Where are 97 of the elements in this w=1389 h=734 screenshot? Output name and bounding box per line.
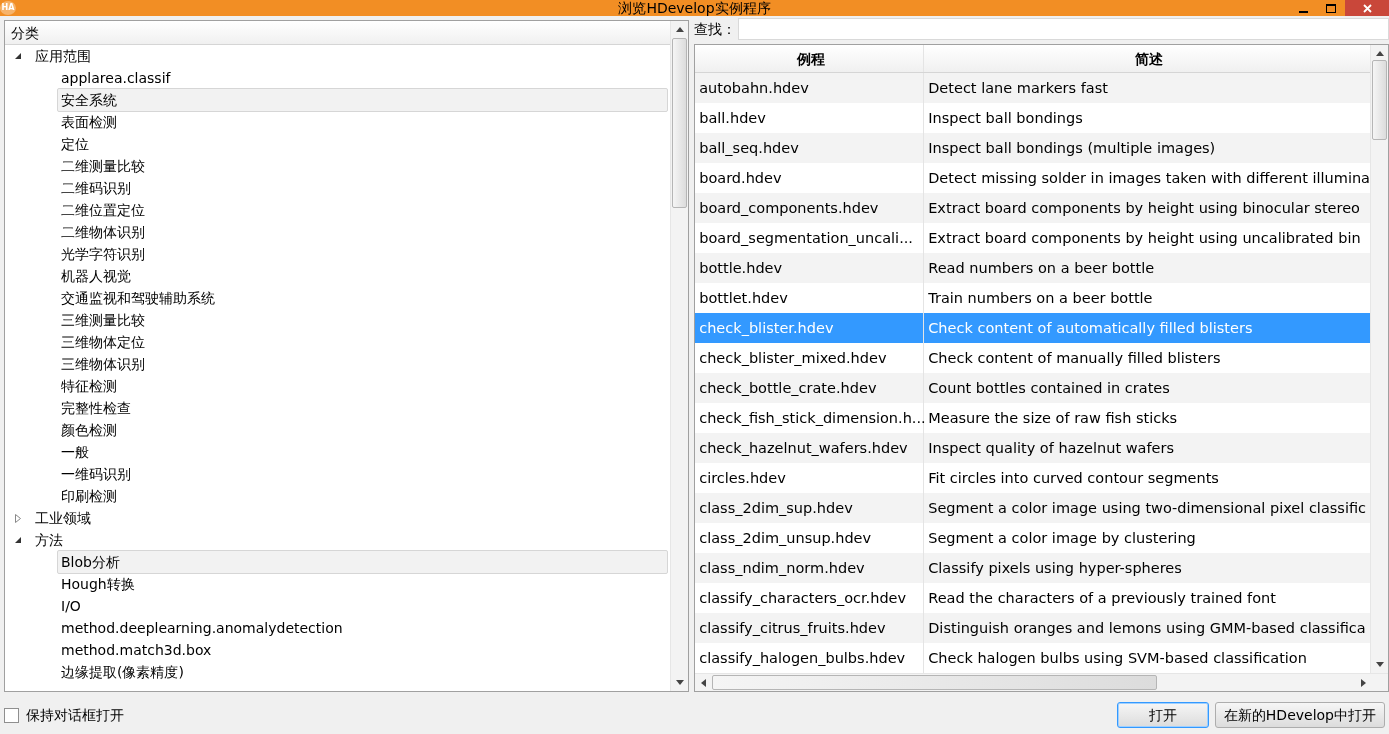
tree-item[interactable]: 二维码识别: [57, 176, 669, 200]
table-cell-text: Distinguish oranges and lemons using GMM-based classifica: [927, 619, 1367, 638]
tree-item[interactable]: 交通监视和驾驶辅助系统: [57, 286, 669, 310]
scroll-up-icon: [675, 27, 684, 32]
table-cell: autobahn.hdev: [695, 73, 925, 103]
table-cell-text: Fit circles into curved contour segments: [927, 469, 1220, 488]
table-cell: ball_seq.hdev: [695, 133, 925, 163]
table-row[interactable]: bottle.hdev Read numbers on a beer bottle: [695, 253, 1370, 283]
table-cell-text: Check halogen bulbs using SVM-based classification: [927, 649, 1308, 668]
tree-item[interactable]: 定位: [57, 132, 669, 156]
tree-item[interactable]: 颜色检测: [57, 418, 669, 442]
tree-item[interactable]: 一般: [57, 440, 669, 464]
table-cell-text: Check content of automatically filled blisters: [927, 319, 1254, 338]
tree-item[interactable]: Hough转换: [57, 572, 669, 596]
table-cell-text: Read the characters of a previously trained font: [927, 589, 1277, 608]
table-cell-text: Extract board components by height using uncalibrated bin: [927, 229, 1362, 248]
minimize-icon: [1298, 10, 1308, 13]
table-row[interactable]: classify_citrus_fruits.hdev Distinguish oranges and lemons using GMM-based classifica: [695, 613, 1370, 643]
scroll-right-icon: [1361, 678, 1366, 687]
close-button[interactable]: [1345, 0, 1389, 16]
table-cell-text: Segment a color image by clustering: [927, 529, 1197, 548]
tree-item[interactable]: 边缘提取(像素精度): [57, 660, 669, 684]
scrollbar-thumb[interactable]: [672, 38, 688, 208]
table-cell-text: Inspect ball bondings (multiple images): [927, 139, 1217, 158]
table-cell: class_ndim_norm.hdev: [695, 553, 925, 583]
collapse-icon[interactable]: [14, 51, 22, 61]
table-cell-text: Extract board components by height using binocular stereo: [927, 199, 1361, 218]
expand-icon[interactable]: [14, 513, 22, 523]
tree-item[interactable]: 光学字符识别: [57, 242, 669, 266]
table-row[interactable]: class_ndim_norm.hdev Classify pixels using hyper-spheres: [695, 553, 1370, 583]
scroll-down-icon: [1375, 662, 1384, 667]
table-cell-text: Measure the size of raw fish sticks: [927, 409, 1179, 428]
table-cell: check_hazelnut_wafers.hdev: [695, 433, 925, 463]
table-cell: classify_citrus_fruits.hdev: [695, 613, 925, 643]
table-cell-text: Detect lane markers fast: [927, 79, 1109, 98]
tree-item[interactable]: 安全系统: [57, 88, 669, 112]
scroll-left-icon: [701, 678, 707, 687]
table-row[interactable]: class_2dim_sup.hdev Segment a color image using two-dimensional pixel classific: [695, 493, 1370, 523]
tree-item[interactable]: method.deeplearning.anomalydetection: [57, 616, 669, 640]
tree-item[interactable]: 一维码识别: [57, 462, 669, 486]
scrollbar-thumb[interactable]: [712, 675, 1158, 690]
horizontal-scrollbar[interactable]: [695, 673, 1388, 691]
tree-item[interactable]: 完整性检查: [57, 396, 669, 420]
table-cell: board_components.hdev: [695, 193, 925, 223]
maximize-icon: [1326, 3, 1336, 13]
table-cell-text: Read numbers on a beer bottle: [927, 259, 1156, 278]
table-cell-text: Segment a color image using two-dimensional pixel classific: [927, 499, 1368, 518]
table-cell: class_2dim_sup.hdev: [695, 493, 925, 523]
dialog-button[interactable]: 在新的HDevelop中打开: [1214, 702, 1385, 728]
tree-item[interactable]: 三维物体定位: [57, 330, 669, 354]
app-logo: HA: [0, 1, 16, 15]
tree-item[interactable]: applarea.classif: [57, 66, 669, 90]
vertical-scrollbar[interactable]: [670, 21, 689, 691]
vertical-scrollbar[interactable]: [1370, 45, 1388, 673]
checkbox[interactable]: [4, 707, 19, 723]
search-label: 查找：: [694, 19, 737, 39]
table-cell: check_blister.hdev: [695, 313, 925, 343]
tree-item[interactable]: 二维测量比较: [57, 154, 669, 178]
table-cell-text: Inspect ball bondings: [927, 109, 1084, 128]
table-cell-text: Classify pixels using hyper-spheres: [927, 559, 1183, 578]
tree-item[interactable]: 二维物体识别: [57, 220, 669, 244]
checkbox-label: 保持对话框打开: [26, 705, 124, 725]
scrollbar-thumb[interactable]: [1372, 60, 1387, 140]
window-title: 浏览HDevelop实例程序: [618, 0, 771, 16]
tree-item[interactable]: 特征检测: [57, 374, 669, 398]
tree-item[interactable]: 工业领域: [31, 506, 95, 530]
table-cell-text: Inspect quality of hazelnut wafers: [927, 439, 1175, 458]
close-icon: [1362, 3, 1372, 13]
tree-item[interactable]: method.match3d.box: [57, 638, 669, 662]
table-cell: check_bottle_crate.hdev: [695, 373, 925, 403]
tree-item[interactable]: 二维位置定位: [57, 198, 669, 222]
table-row[interactable]: check_bottle_crate.hdev Count bottles contained in crates: [695, 373, 1370, 403]
tree-item[interactable]: 印刷检测: [57, 484, 669, 508]
column-header[interactable]: 例程: [695, 45, 925, 72]
tree-item[interactable]: 机器人视觉: [57, 264, 669, 288]
table-row[interactable]: autobahn.hdev Detect lane markers fast: [695, 73, 1370, 103]
scroll-up-icon: [1375, 51, 1384, 56]
table-cell: bottle.hdev: [695, 253, 925, 283]
table-row[interactable]: ball_seq.hdev Inspect ball bondings (multiple images): [695, 133, 1370, 163]
table-cell-text: Count bottles contained in crates: [927, 379, 1171, 398]
dialog-button[interactable]: 打开: [1116, 702, 1209, 728]
tree-item[interactable]: 表面检测: [57, 110, 669, 134]
tree-item[interactable]: Blob分析: [57, 550, 669, 574]
table-cell-text: Check content of manually filled blisters: [927, 349, 1222, 368]
table-row[interactable]: board_components.hdev Extract board components by height using binocular stereo: [695, 193, 1370, 223]
table-cell-text: Detect missing solder in images taken with different illumina: [927, 169, 1370, 188]
scroll-down-icon: [675, 680, 684, 685]
tree-item[interactable]: 三维物体识别: [57, 352, 669, 376]
table-row[interactable]: check_hazelnut_wafers.hdev Inspect quality of hazelnut wafers: [695, 433, 1370, 463]
tree-item[interactable]: 三维测量比较: [57, 308, 669, 332]
tree-item[interactable]: 应用范围: [31, 44, 95, 68]
tree-item[interactable]: I/O: [57, 594, 669, 618]
collapse-icon[interactable]: [14, 535, 22, 545]
search-field[interactable]: [738, 18, 1389, 40]
table-cell-text: Train numbers on a beer bottle: [927, 289, 1154, 308]
tree-item[interactable]: 方法: [31, 528, 67, 552]
column-header[interactable]: 简述: [924, 45, 1370, 72]
